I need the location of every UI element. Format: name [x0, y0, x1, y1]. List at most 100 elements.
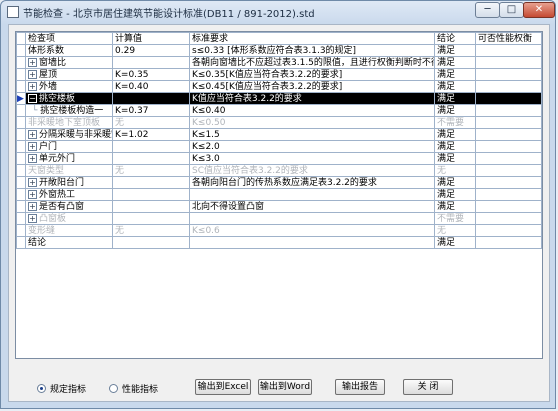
cell-result: 不需要: [434, 212, 476, 225]
empty-cell: [17, 249, 26, 261]
cell-result: 满足: [434, 188, 476, 201]
table-row[interactable]: + 窗墙比 各朝向窗墙比不应超过表3.1.5的限值，且进行权衡判断时不得 满足: [16, 56, 542, 69]
collapse-icon[interactable]: −: [28, 93, 37, 103]
cell-item: − 挑空楼板: [25, 92, 113, 105]
cell-item-label: 外墙: [39, 81, 58, 92]
table-row[interactable]: 非采暖地下室顶板无 K≤0.50 不需要: [16, 116, 542, 129]
empty-cell: [17, 273, 26, 285]
table-row[interactable]: 体形系数 0.29 s≤0.33 [体形系数应符合表3.1.3的规定] 满足: [16, 44, 542, 57]
row-indicator: [16, 128, 26, 141]
cell-item-label: 体形系数: [28, 45, 65, 56]
cell-requirement: 各朝向窗墙比不应超过表3.1.5的限值，且进行权衡判断时不得: [189, 56, 435, 69]
cell-tradeoff: [475, 188, 542, 201]
cell-item-label: 屋顶: [39, 69, 58, 80]
expand-icon[interactable]: +: [28, 81, 37, 91]
cell-tradeoff: [475, 152, 542, 165]
cell-result: 满足: [434, 92, 476, 105]
cell-item-label: 非采暖地下室顶板: [28, 117, 101, 128]
header-value[interactable]: 计算值: [112, 32, 190, 45]
cell-requirement: K≤0.40: [189, 104, 435, 117]
table-row[interactable]: + 开敞阳台门 各朝向阳台门的传热系数应满足表3.2.2的要求 满足: [16, 176, 542, 189]
empty-cell: [113, 273, 190, 285]
expand-icon[interactable]: +: [28, 141, 37, 151]
cell-tradeoff: [475, 56, 542, 69]
row-indicator: [16, 104, 26, 117]
radio-prescriptive[interactable]: 规定指标: [37, 382, 86, 395]
cell-requirement: K≤2.0: [189, 140, 435, 153]
table-row[interactable]: + 屋顶 K=0.35 K≤0.35[K值应当符合表3.2.2的要求] 满足: [16, 68, 542, 81]
cell-item-label: 外窗热工: [39, 189, 76, 200]
cell-item-label: 开敞阳台门: [39, 177, 85, 188]
report-button[interactable]: 输出报告: [335, 379, 385, 395]
table-row[interactable]: └ 挑空楼板构造一 K=0.37 K≤0.40 满足: [16, 104, 542, 117]
table-row[interactable]: + 凸窗板 不需要: [16, 212, 542, 225]
cell-tradeoff: [475, 200, 542, 213]
table-row[interactable]: + 单元外门 K≤3.0 满足: [16, 152, 542, 165]
expand-icon[interactable]: +: [28, 213, 37, 223]
check-table: 检查项 计算值 标准要求 结论 可否性能权衡 体形系数 0.29 s≤0.33 [体…: [16, 32, 542, 285]
radio-performance[interactable]: 性能指标: [109, 382, 158, 395]
header-tradeoff[interactable]: 可否性能权衡: [475, 32, 542, 45]
expand-icon[interactable]: +: [28, 129, 37, 139]
cell-result: 满足: [434, 236, 476, 249]
row-indicator-header: [16, 32, 26, 45]
cell-result: 无: [434, 164, 476, 177]
expand-icon[interactable]: +: [28, 69, 37, 79]
cell-item-label: 天窗类型: [28, 165, 65, 176]
cell-tradeoff: [475, 116, 542, 129]
header-row: 检查项 计算值 标准要求 结论 可否性能权衡: [16, 32, 542, 45]
export-word-button[interactable]: 输出到Word: [258, 379, 312, 395]
expand-icon[interactable]: +: [28, 57, 37, 67]
cell-item-label: 是否有凸窗: [39, 201, 85, 212]
cell-tradeoff: [475, 164, 542, 177]
table-body: 体形系数 0.29 s≤0.33 [体形系数应符合表3.1.3的规定] 满足 + 窗墙比各…: [16, 44, 542, 285]
empty-row: [17, 273, 542, 285]
cell-requirement: K≤0.35[K值应当符合表3.2.2的要求]: [189, 68, 435, 81]
cell-value: 0.29: [112, 44, 190, 57]
cell-item-label: 挑空楼板: [39, 93, 76, 104]
header-item[interactable]: 检查项: [25, 32, 113, 45]
expand-icon[interactable]: +: [28, 189, 37, 199]
table-row[interactable]: + 外墙 K=0.40 K≤0.45[K值应当符合表3.2.2的要求] 满足: [16, 80, 542, 93]
cell-item: 体形系数: [25, 44, 113, 57]
cell-item-label: 窗墙比: [39, 57, 67, 68]
cell-item: + 是否有凸窗: [25, 200, 113, 213]
cell-item: + 外窗热工: [25, 188, 113, 201]
expand-icon[interactable]: +: [28, 201, 37, 211]
check-grid: 检查项 计算值 标准要求 结论 可否性能权衡 体形系数 0.29 s≤0.33 [体…: [15, 31, 543, 359]
cell-value: [112, 188, 190, 201]
close-window-button[interactable]: ✕: [523, 2, 555, 18]
cell-value: [112, 176, 190, 189]
cell-value: K=1.02: [112, 128, 190, 141]
table-row[interactable]: + 是否有凸窗 北向不得设置凸窗 满足: [16, 200, 542, 213]
cell-value: [112, 140, 190, 153]
window-title: 节能检查 - 北京市居住建筑节能设计标准(DB11 / 891-2012).st…: [23, 9, 315, 20]
table-row[interactable]: 变形缝 无 K≤0.6 无: [16, 224, 542, 237]
cell-requirement: SC值应当符合表3.2.2的要求: [189, 164, 435, 177]
table-row[interactable]: 结论 满足: [16, 236, 542, 249]
table-row[interactable]: + 外窗热工 满足: [16, 188, 542, 201]
row-indicator: [16, 44, 26, 57]
cell-requirement: K值应当符合表3.2.2的要求: [189, 92, 435, 105]
title-bar[interactable]: 节能检查 - 北京市居住建筑节能设计标准(DB11 / 891-2012).st…: [1, 1, 555, 23]
row-indicator: [16, 116, 26, 129]
close-button[interactable]: 关 闭: [403, 379, 453, 395]
header-requirement[interactable]: 标准要求: [189, 32, 435, 45]
cell-result: 满足: [434, 104, 476, 117]
header-result[interactable]: 结论: [434, 32, 476, 45]
cell-item: + 窗墙比: [25, 56, 113, 69]
table-row[interactable]: + 户门 K≤2.0 满足: [16, 140, 542, 153]
table-row[interactable]: ▶ − 挑空楼板 K值应当符合表3.2.2的要求 满足: [16, 92, 542, 105]
minimize-button[interactable]: ─: [475, 2, 500, 18]
cell-value: 无: [112, 116, 190, 129]
expand-icon[interactable]: +: [28, 177, 37, 187]
radio-dot-icon: [37, 383, 46, 393]
expand-icon[interactable]: +: [28, 153, 37, 163]
empty-cell: [26, 273, 113, 285]
table-row[interactable]: + 分隔采暖与非采暖空 K=1.02 K≤1.5 满足: [16, 128, 542, 141]
maximize-button[interactable]: □: [499, 2, 524, 18]
export-excel-button[interactable]: 输出到Excel: [195, 379, 251, 395]
table-row[interactable]: 天窗类型 无 SC值应当符合表3.2.2的要求无: [16, 164, 542, 177]
cell-result: 满足: [434, 44, 476, 57]
cell-result: 满足: [434, 128, 476, 141]
